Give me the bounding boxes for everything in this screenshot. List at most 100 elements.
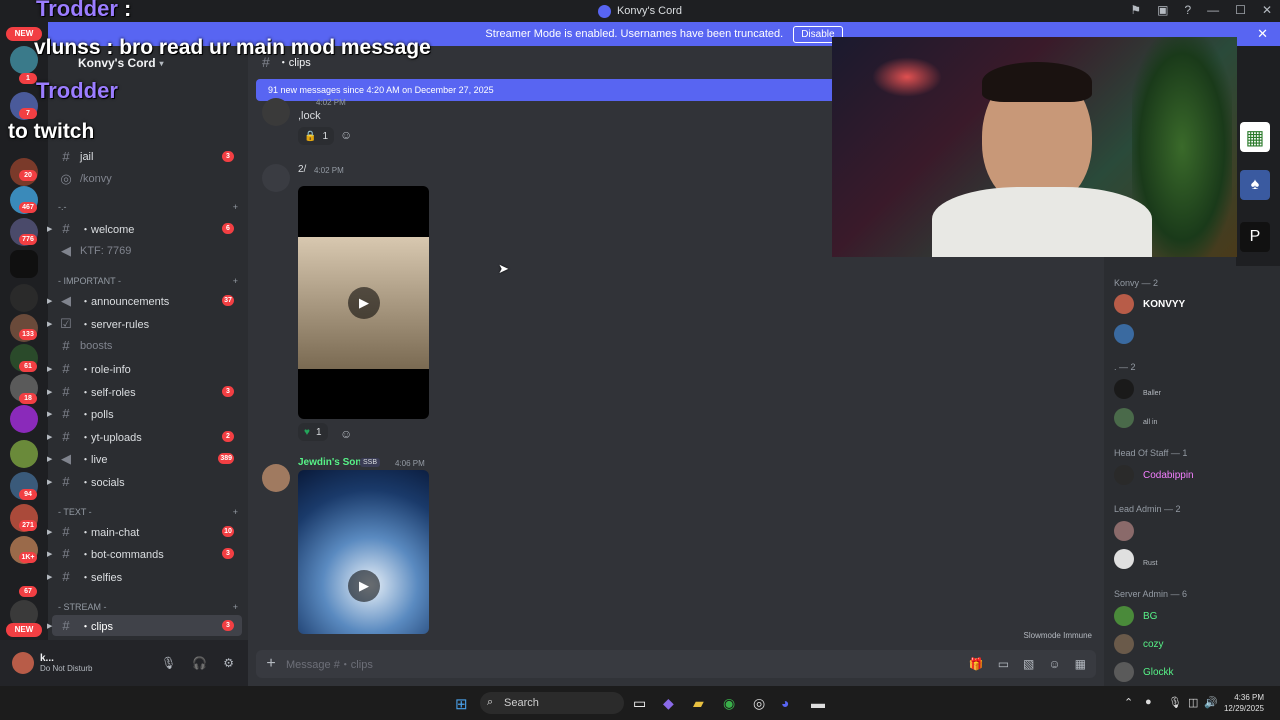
channel-clips[interactable]: ▶ # ・clips 3 — [47, 615, 242, 636]
channel-konvy-stage[interactable]: ◎ /konvy — [52, 168, 242, 189]
add-channel-icon[interactable]: + — [233, 602, 238, 612]
category-header[interactable]: - IMPORTANT - + — [58, 276, 238, 286]
taskbar-search[interactable]: ⌕ Search — [480, 692, 624, 714]
member-item[interactable] — [1114, 324, 1143, 344]
category-header[interactable]: - STREAM - + — [58, 602, 238, 612]
reaction-heart[interactable]: ♥ 1 — [298, 423, 328, 441]
category-header[interactable]: - TEXT - + — [58, 507, 238, 517]
member-item[interactable]: Rust — [1114, 549, 1157, 569]
play-icon[interactable]: ▶ — [348, 287, 380, 319]
guild-badge: 61 — [19, 361, 37, 372]
channel-live[interactable]: ▶ ◀ ・live 389 — [47, 448, 242, 469]
channel-self-roles[interactable]: ▶ # ・self-roles 3 — [47, 381, 242, 402]
guild-badge: 67 — [19, 586, 37, 597]
channel-selfies[interactable]: ▶ # ・selfies — [47, 566, 242, 587]
add-reaction-icon[interactable]: ☺ — [340, 128, 352, 142]
add-attachment-icon[interactable]: + — [256, 655, 286, 673]
reaction-count: 1 — [322, 130, 329, 142]
message-author[interactable]: 2/ — [298, 164, 306, 175]
guild-icon[interactable] — [10, 440, 38, 468]
member-item[interactable]: Glockk — [1114, 662, 1174, 682]
add-reaction-icon[interactable]: ☺ — [340, 427, 352, 441]
rules-icon: ☑ — [60, 315, 72, 331]
avatar[interactable] — [12, 652, 34, 674]
windows-start-icon[interactable]: ⊞ — [455, 695, 468, 713]
window-title: Konvy's Cord — [616, 5, 683, 17]
headphones-icon[interactable]: 🎧 — [192, 656, 207, 670]
channel-jail[interactable]: # jail 3 — [52, 146, 242, 167]
channel-server-rules[interactable]: ▶ ☑ ・server-rules — [47, 313, 242, 334]
member-item[interactable]: BG — [1114, 606, 1157, 626]
channel-yt-uploads[interactable]: ▶ # ・yt-uploads 2 — [47, 426, 242, 447]
tray-icon[interactable]: ● — [1145, 696, 1152, 708]
sticker-icon[interactable]: ▧ — [1023, 657, 1034, 671]
add-channel-icon[interactable]: + — [233, 276, 238, 286]
channel-welcome[interactable]: ▶ # ・welcome 6 — [47, 218, 242, 239]
copilot-icon[interactable]: ◆ — [663, 695, 674, 712]
speaker-icon: ◀ — [61, 242, 71, 258]
settings-gear-icon[interactable]: ⚙ — [223, 656, 234, 670]
channel-socials[interactable]: ▶ # ・socials — [47, 471, 242, 492]
channel-announcements[interactable]: ▶ ◀ ・announcements 37 — [47, 290, 242, 311]
app-icon[interactable]: ▬ — [811, 695, 825, 711]
discord-icon[interactable]: ◕ — [781, 695, 789, 711]
taskbar-clock[interactable]: 4:36 PM 12/29/2025 — [1224, 692, 1264, 714]
volume-icon[interactable]: 🔊 — [1204, 696, 1218, 709]
inbox-icon[interactable]: ⚑ — [1130, 3, 1141, 17]
channel-polls[interactable]: ▶ # ・polls — [47, 403, 242, 424]
minimize-icon[interactable]: — — [1207, 3, 1219, 17]
play-icon[interactable]: ▶ — [348, 570, 380, 602]
member-item[interactable]: KONVYY — [1114, 294, 1185, 314]
member-item[interactable]: all in — [1114, 408, 1157, 428]
chrome-icon[interactable]: ◉ — [723, 695, 735, 712]
screen-icon[interactable]: ▣ — [1157, 3, 1168, 17]
help-icon[interactable]: ? — [1184, 3, 1191, 17]
apps-icon[interactable]: ▦ — [1075, 657, 1086, 671]
gift-icon[interactable]: 🎁 — [969, 657, 984, 671]
guild-icon[interactable] — [10, 250, 38, 278]
tray-mic-icon[interactable]: 🎙 — [1168, 696, 1182, 709]
folder-icon[interactable]: ▰ — [693, 695, 704, 712]
tray-chevron-icon[interactable]: ⌃ — [1124, 696, 1133, 709]
message-composer[interactable]: + Message #・clips 🎁 ▭ ▧ ☺ ▦ — [256, 650, 1096, 678]
category-label: - STREAM - — [58, 602, 107, 612]
p-app-icon[interactable]: P — [1240, 222, 1270, 252]
new-pill-bottom[interactable]: NEW — [6, 623, 42, 637]
avatar[interactable] — [262, 464, 290, 492]
video-attachment[interactable]: ▶ — [298, 186, 429, 419]
maximize-icon[interactable]: ☐ — [1235, 3, 1246, 17]
channel-badge: 3 — [222, 151, 234, 162]
reaction-lock[interactable]: 🔒 1 — [298, 127, 335, 145]
channel-role-info[interactable]: ▶ # ・role-info — [47, 358, 242, 379]
grid-app-icon[interactable]: ▦ — [1240, 122, 1270, 152]
add-channel-icon[interactable]: + — [233, 507, 238, 517]
member-item[interactable] — [1114, 521, 1143, 541]
guild-badge: 776 — [19, 234, 37, 245]
channel-bot-commands[interactable]: ▶ # ・bot-commands 3 — [47, 543, 242, 564]
close-window-icon[interactable]: ✕ — [1262, 3, 1272, 17]
guild-icon[interactable] — [10, 405, 38, 433]
card-app-icon[interactable]: ♠ — [1240, 170, 1270, 200]
guild-icon[interactable] — [10, 284, 38, 312]
add-channel-icon[interactable]: + — [233, 202, 238, 212]
avatar[interactable] — [262, 98, 290, 126]
task-view-icon[interactable]: ▭ — [633, 695, 646, 712]
channel-boosts[interactable]: # boosts — [52, 335, 242, 356]
wifi-icon[interactable]: ◫ — [1188, 696, 1198, 709]
emoji-icon[interactable]: ☺ — [1048, 657, 1060, 671]
member-item[interactable]: Codabippin — [1114, 465, 1194, 485]
obs-icon[interactable]: ◎ — [753, 695, 765, 712]
message-author[interactable]: Jewdin's Son — [298, 457, 362, 468]
member-item[interactable]: cozy — [1114, 634, 1164, 654]
microphone-icon[interactable]: 🎙 — [161, 656, 176, 670]
channel-main-chat[interactable]: ▶ # ・main-chat 10 — [47, 521, 242, 542]
member-activity: Rust — [1143, 559, 1158, 567]
avatar[interactable] — [262, 164, 290, 192]
arrow-icon: ▶ — [47, 225, 53, 233]
close-banner-icon[interactable]: ✕ — [1257, 26, 1268, 42]
category-header[interactable]: -.- + — [58, 202, 238, 212]
gif-icon[interactable]: ▭ — [998, 657, 1009, 671]
channel-ktf[interactable]: ◀ KTF: 7769 — [52, 240, 242, 261]
member-item[interactable]: Baller — [1114, 379, 1161, 399]
video-attachment[interactable]: ▶ — [298, 470, 429, 634]
